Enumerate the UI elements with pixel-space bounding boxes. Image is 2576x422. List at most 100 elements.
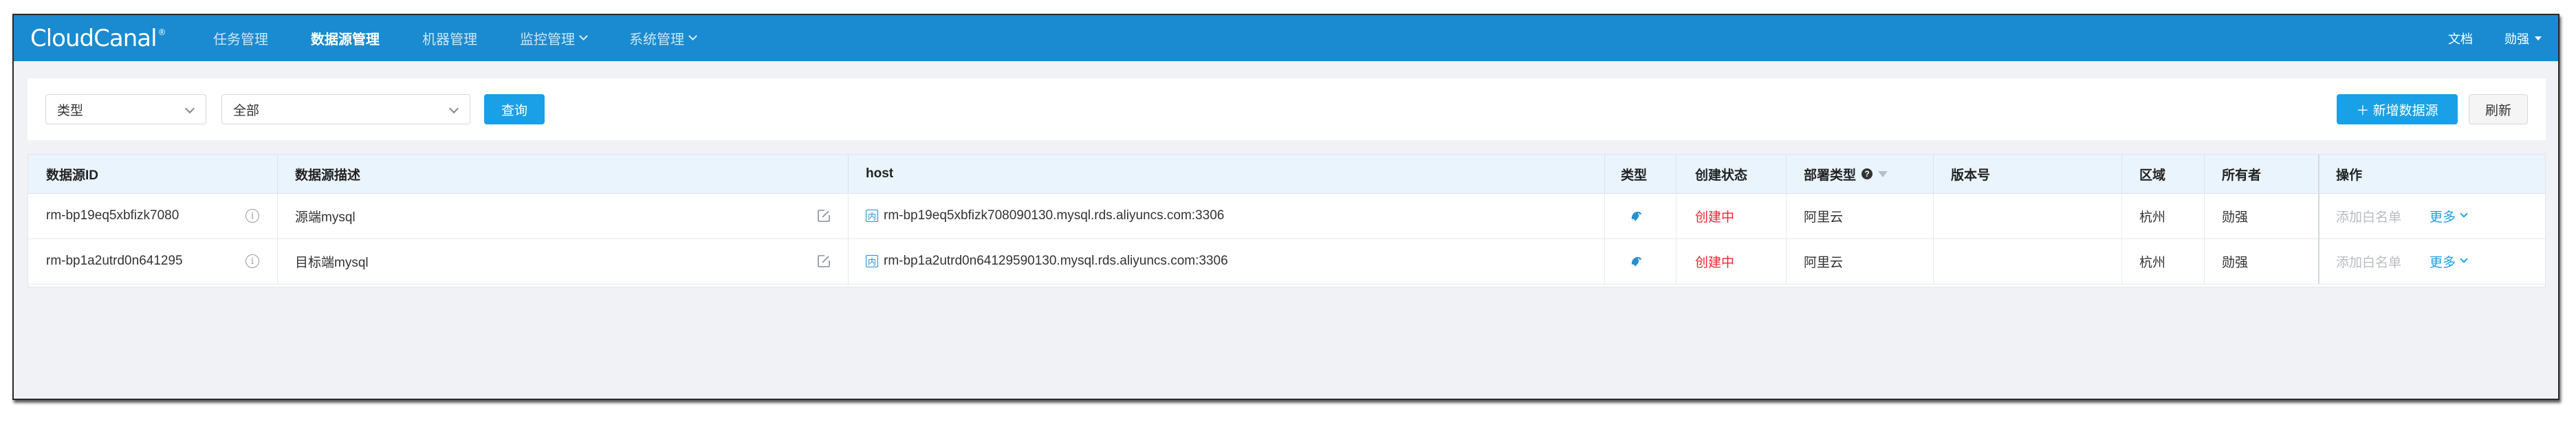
col-divider <box>1676 193 1677 238</box>
add-datasource-button[interactable]: ＋ 新增数据源 <box>2337 94 2458 124</box>
nav-item-label: 机器管理 <box>422 32 477 47</box>
mysql-dolphin-icon <box>1629 238 1644 284</box>
query-button[interactable]: 查询 <box>484 94 545 124</box>
chevron-down-icon <box>579 32 588 41</box>
chevron-down-icon <box>2460 255 2468 263</box>
more-label: 更多 <box>2430 210 2456 225</box>
docs-link[interactable]: 文档 <box>2448 30 2473 47</box>
col-divider <box>848 193 849 238</box>
edit-icon[interactable] <box>816 238 831 284</box>
col-header-desc: 数据源描述 <box>295 168 361 183</box>
nav-item-label: 监控管理 <box>520 32 575 47</box>
host-value: rm-bp1a2utrd0n64129590130.mysql.rds.aliy… <box>884 254 1228 268</box>
deploy-type: 阿里云 <box>1804 210 1844 225</box>
status-badge: 创建中 <box>1695 210 1735 225</box>
host-cell: 内 rm-bp1a2utrd0n64129590130.mysql.rds.al… <box>866 238 1228 284</box>
nav-item-task-management[interactable]: 任务管理 <box>213 28 268 48</box>
table-row: rm-bp1a2utrd0n641295 i 目标端mysql 内 rm-bp1… <box>28 238 2545 285</box>
col-divider-fixed <box>2318 238 2320 284</box>
user-menu[interactable]: 勋强 <box>2504 30 2542 47</box>
owner: 勋强 <box>2222 210 2249 225</box>
col-divider <box>1604 193 1605 238</box>
top-nav-bar: CloudCanal ® 任务管理 数据源管理 机器管理 监控管理 系统管理 文档 <box>14 15 2558 61</box>
edit-icon[interactable] <box>816 193 831 238</box>
col-divider <box>277 155 278 193</box>
type-select[interactable]: 类型 <box>45 94 206 124</box>
logo-registered-mark: ® <box>157 27 166 37</box>
nav-item-datasource-management[interactable]: 数据源管理 <box>311 28 380 48</box>
col-divider <box>1786 155 1787 193</box>
col-divider <box>1933 193 1934 238</box>
col-divider <box>848 238 849 284</box>
col-divider <box>2121 193 2122 238</box>
mysql-dolphin-icon <box>1629 193 1644 238</box>
col-divider <box>1933 155 1934 193</box>
datasource-desc: 源端mysql <box>295 210 356 225</box>
col-divider <box>1676 155 1677 193</box>
table-row: rm-bp19eq5xbfizk7080 i 源端mysql 内 rm-bp19… <box>28 193 2545 239</box>
main-nav: 任务管理 数据源管理 机器管理 监控管理 系统管理 <box>213 15 739 61</box>
nav-item-label: 数据源管理 <box>311 32 380 47</box>
col-divider-fixed <box>2318 193 2320 238</box>
col-divider <box>1676 238 1677 284</box>
col-divider-fixed <box>2318 155 2320 193</box>
col-header-deploy-label: 部署类型 <box>1804 168 1857 183</box>
col-divider <box>1604 155 1605 193</box>
app-window: CloudCanal ® 任务管理 数据源管理 机器管理 监控管理 系统管理 文档 <box>12 14 2559 400</box>
caret-down-icon <box>2535 36 2542 41</box>
filter-icon[interactable] <box>1878 170 1888 177</box>
chevron-down-icon <box>2460 210 2468 218</box>
col-divider <box>277 193 278 238</box>
col-divider <box>2121 155 2122 193</box>
chevron-down-icon <box>448 103 459 114</box>
add-whitelist-link[interactable]: 添加白名单 <box>2336 193 2401 238</box>
col-divider <box>1786 238 1787 284</box>
logo-text: CloudCanal <box>30 24 157 52</box>
col-divider <box>1604 238 1605 284</box>
topbar-right: 文档 勋强 <box>2416 30 2542 47</box>
col-divider <box>2121 238 2122 284</box>
refresh-button[interactable]: 刷新 <box>2469 94 2528 124</box>
col-divider <box>2204 155 2205 193</box>
col-header-ops: 操作 <box>2336 168 2363 183</box>
scope-select-value: 全部 <box>233 103 260 118</box>
datasource-id[interactable]: rm-bp19eq5xbfizk7080 <box>46 193 179 238</box>
nav-item-label: 任务管理 <box>213 32 268 47</box>
internal-network-badge: 内 <box>866 210 878 222</box>
col-header-deploy: 部署类型 ? <box>1804 155 1888 193</box>
col-header-owner: 所有者 <box>2222 168 2262 183</box>
col-header-version: 版本号 <box>1951 168 1991 183</box>
nav-item-system-management[interactable]: 系统管理 <box>629 28 697 48</box>
col-header-region: 区域 <box>2139 168 2166 183</box>
type-select-value: 类型 <box>57 103 84 118</box>
add-whitelist-link[interactable]: 添加白名单 <box>2336 238 2401 284</box>
col-divider <box>848 155 849 193</box>
cloudcanal-logo[interactable]: CloudCanal ® <box>30 25 175 52</box>
more-label: 更多 <box>2430 255 2456 270</box>
more-dropdown[interactable]: 更多 <box>2430 193 2468 238</box>
filter-panel: 类型 全部 查询 ＋ 新增数据源 刷新 <box>28 78 2546 140</box>
chevron-down-icon <box>184 103 195 114</box>
col-header-id: 数据源ID <box>46 168 99 183</box>
datasource-id[interactable]: rm-bp1a2utrd0n641295 <box>46 238 183 284</box>
info-icon[interactable]: i <box>245 238 259 284</box>
more-dropdown[interactable]: 更多 <box>2430 238 2468 284</box>
nav-item-machine-management[interactable]: 机器管理 <box>422 28 477 48</box>
deploy-type: 阿里云 <box>1804 255 1844 270</box>
question-icon[interactable]: ? <box>1862 168 1873 179</box>
scope-select[interactable]: 全部 <box>221 94 470 124</box>
region: 杭州 <box>2139 210 2166 225</box>
col-divider <box>2204 193 2205 238</box>
datasource-desc: 目标端mysql <box>295 255 369 270</box>
host-value: rm-bp19eq5xbfizk708090130.mysql.rds.aliy… <box>884 208 1225 223</box>
col-divider <box>1786 193 1787 238</box>
status-badge: 创建中 <box>1695 255 1735 270</box>
chevron-down-icon <box>688 32 697 41</box>
col-header-status: 创建状态 <box>1695 168 1748 183</box>
nav-item-monitor-management[interactable]: 监控管理 <box>520 28 588 48</box>
col-header-host: host <box>866 166 894 181</box>
info-icon[interactable]: i <box>245 193 259 238</box>
user-name: 勋强 <box>2504 32 2529 46</box>
col-divider <box>2204 238 2205 284</box>
internal-network-badge: 内 <box>866 255 878 267</box>
